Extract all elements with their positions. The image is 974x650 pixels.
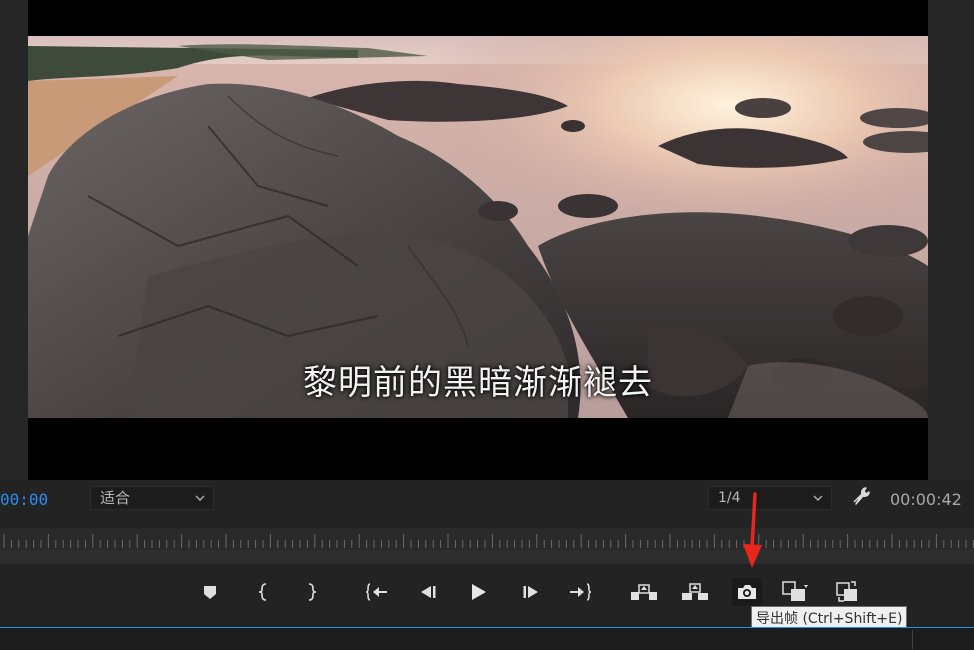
toggle-proxies-button[interactable] bbox=[833, 578, 863, 606]
play-button[interactable] bbox=[463, 578, 493, 606]
mark-in-button[interactable] bbox=[249, 578, 279, 606]
add-marker-button[interactable] bbox=[195, 578, 225, 606]
duration-timecode: 00:00:42 bbox=[890, 490, 962, 509]
comparison-view-button[interactable] bbox=[781, 578, 811, 606]
go-to-in-icon bbox=[365, 583, 387, 601]
extract-icon bbox=[682, 583, 708, 600]
camera-icon bbox=[738, 585, 756, 599]
annotation-arrow-icon bbox=[743, 492, 762, 568]
step-back-icon bbox=[421, 586, 436, 598]
panel-divider bbox=[912, 630, 913, 649]
lift-button[interactable] bbox=[629, 578, 659, 606]
subtitle-caption: 黎明前的黑暗渐渐褪去 bbox=[303, 363, 653, 403]
marker-icon bbox=[204, 586, 216, 599]
wrench-icon[interactable] bbox=[850, 486, 872, 508]
lift-icon bbox=[631, 584, 657, 600]
step-back-button[interactable] bbox=[413, 578, 443, 606]
playback-resolution-select[interactable]: 1/4 bbox=[708, 486, 832, 510]
playhead-track[interactable] bbox=[0, 550, 974, 564]
chevron-down-icon bbox=[813, 495, 823, 501]
zoom-level-select[interactable]: 适合 bbox=[90, 486, 214, 510]
timeline-panel-edge bbox=[0, 627, 974, 650]
comparison-icon bbox=[782, 581, 808, 601]
proxy-icon bbox=[836, 581, 857, 602]
chevron-down-icon bbox=[195, 495, 205, 501]
go-to-out-icon bbox=[570, 583, 592, 601]
play-icon bbox=[472, 584, 486, 600]
zoom-level-value: 适合 bbox=[100, 489, 131, 507]
go-to-out-button[interactable] bbox=[565, 578, 595, 606]
time-ruler[interactable] bbox=[0, 528, 974, 550]
mark-in-icon bbox=[258, 583, 267, 601]
mark-out-icon bbox=[308, 583, 317, 601]
video-frame: 黎明前的黑暗渐渐褪去 bbox=[28, 0, 928, 480]
export-frame-button[interactable] bbox=[732, 578, 762, 606]
step-forward-button[interactable] bbox=[516, 578, 546, 606]
extract-button[interactable] bbox=[680, 578, 710, 606]
step-forward-icon bbox=[523, 586, 538, 598]
mark-out-button[interactable] bbox=[296, 578, 326, 606]
go-to-in-button[interactable] bbox=[362, 578, 392, 606]
playhead-timecode[interactable]: 00:00 bbox=[0, 490, 48, 509]
